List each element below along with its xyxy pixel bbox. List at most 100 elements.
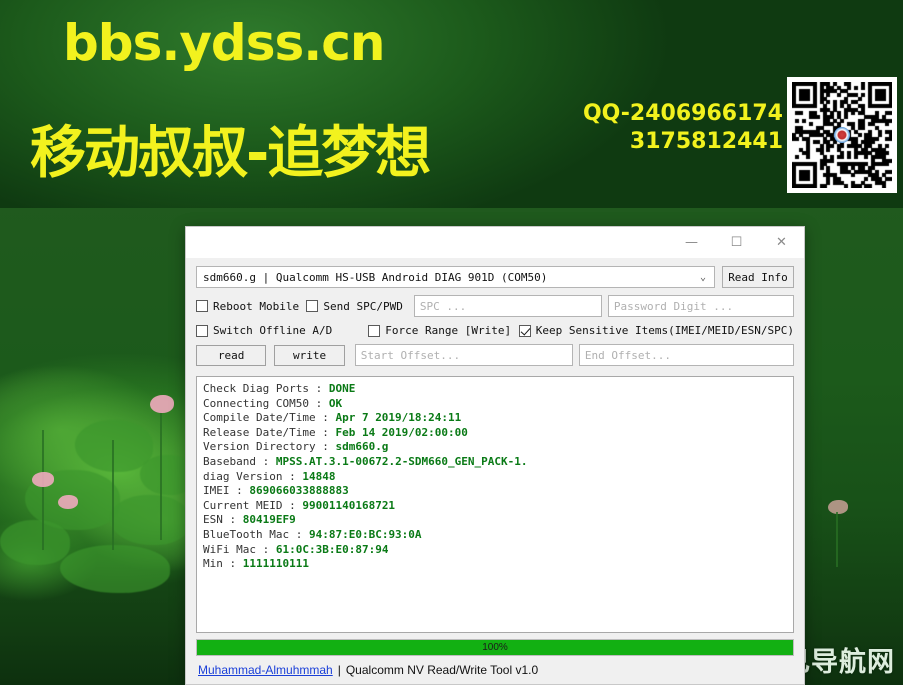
log-line-label: IMEI : (203, 484, 250, 498)
banner-tagline-text: 移动叔叔-追梦想 (30, 121, 431, 186)
log-line-label: BlueTooth Mac : (203, 527, 309, 541)
port-row: sdm660.g | Qualcomm HS-USB Android DIAG … (196, 266, 794, 288)
checkbox-keep-sensitive-items[interactable]: Keep Sensitive Items(IMEI/MEID/ESN/SPC) (518, 324, 794, 337)
log-output[interactable]: Check Diag Ports : DONE Connecting COM50 … (196, 376, 794, 633)
log-line: Check Diag Ports : DONE (203, 382, 787, 397)
progress-bar-label: 100% (482, 642, 508, 653)
password-digit-input[interactable]: Password Digit ... (607, 295, 794, 317)
log-line-value: 14848 (302, 469, 336, 483)
checkbox-switch-offline-ad[interactable]: Switch Offline A/D (196, 324, 368, 337)
log-line: Min : 1111110111 (203, 557, 787, 572)
banner-url-text: bbs.ydss.cn (63, 14, 385, 72)
log-line-label: Baseband : (203, 454, 276, 468)
log-line: Baseband : MPSS.AT.3.1-00672.2-SDM660_GE… (203, 455, 787, 470)
log-line-value: 94:87:E0:BC:93:0A (308, 527, 422, 541)
lotus-flower (58, 495, 78, 509)
checkbox-label: Switch Offline A/D (213, 324, 333, 337)
log-line-label: WiFi Mac : (203, 542, 276, 556)
log-line-label: diag Version : (203, 469, 303, 483)
lotus-leaf (0, 520, 70, 565)
log-line: ESN : 80419EF9 (203, 513, 787, 528)
log-line-value: 1111110111 (242, 557, 309, 571)
checkbox-box (306, 300, 319, 312)
checkbox-reboot-mobile[interactable]: Reboot Mobile (196, 300, 306, 313)
log-line: diag Version : 14848 (203, 470, 787, 485)
password-digit-placeholder: Password Digit ... (613, 299, 734, 313)
checkbox-label: Reboot Mobile (213, 299, 300, 313)
log-line-label: Current MEID : (203, 498, 303, 512)
promo-banner: bbs.ydss.cn 移动叔叔-追梦想 QQ-2406966174 31758… (0, 0, 903, 208)
start-offset-placeholder: Start Offset... (360, 348, 461, 362)
checkbox-force-range-write[interactable]: Force Range [Write] (368, 324, 518, 337)
log-line-value: 99001140168721 (302, 498, 396, 512)
log-line: Connecting COM50 : OK (203, 397, 787, 412)
log-line: BlueTooth Mac : 94:87:E0:BC:93:0A (203, 528, 787, 543)
actions-row: read write Start Offset... End Offset... (196, 344, 794, 366)
status-bar: Muhammad-Almuhmmah | Qualcomm NV Read/Wr… (196, 656, 794, 684)
checkbox-box (368, 324, 381, 337)
log-line-value: Feb 14 2019/02:00:00 (335, 425, 468, 439)
log-line: Compile Date/Time : Apr 7 2019/18:24:11 (203, 411, 787, 426)
lotus-stem (836, 512, 838, 567)
lotus-flower (828, 500, 848, 514)
log-line-label: Version Directory : (203, 440, 336, 454)
log-line-label: Release Date/Time : (203, 425, 336, 439)
checkbox-label: Force Range [Write] (385, 324, 512, 337)
log-line-label: Check Diag Ports : (203, 382, 329, 395)
start-offset-input[interactable]: Start Offset... (354, 344, 573, 366)
application-window: — ☐ ✕ sdm660.g | Qualcomm HS-USB Android… (185, 226, 805, 685)
log-line-label: Connecting COM50 : (203, 396, 329, 410)
log-line: Version Directory : sdm660.g (203, 440, 787, 455)
log-line-value: DONE (328, 382, 356, 395)
log-line-value: sdm660.g (335, 440, 389, 454)
qr-code-center-dot (834, 127, 850, 143)
read-button[interactable]: read (196, 344, 267, 366)
lotus-stem (160, 410, 162, 540)
maximize-icon[interactable]: ☐ (714, 227, 759, 258)
log-line: IMEI : 869066033888883 (203, 484, 787, 499)
lotus-leaf (110, 495, 190, 545)
options-row-1: Reboot Mobile Send SPC/PWD SPC ... Passw… (196, 295, 794, 317)
minimize-icon[interactable]: — (669, 227, 714, 258)
port-select-value: sdm660.g | Qualcomm HS-USB Android DIAG … (203, 270, 548, 284)
log-line-label: Min : (203, 557, 243, 571)
lotus-leaf (60, 545, 170, 593)
read-info-button[interactable]: Read Info (722, 266, 794, 288)
checkbox-box (196, 300, 208, 312)
log-line-label: ESN : (203, 513, 243, 527)
port-select[interactable]: sdm660.g | Qualcomm HS-USB Android DIAG … (196, 266, 715, 288)
log-line-value: OK (328, 396, 343, 410)
end-offset-placeholder: End Offset... (584, 348, 671, 362)
close-icon[interactable]: ✕ (759, 227, 804, 258)
app-name-label: Qualcomm NV Read/Write Tool v1.0 (345, 663, 539, 677)
log-line-value: MPSS.AT.3.1-00672.2-SDM660_GEN_PACK-1. (275, 454, 528, 468)
checkbox-label: Keep Sensitive Items(IMEI/MEID/ESN/SPC) (535, 324, 794, 337)
lotus-stem (112, 440, 114, 550)
options-row-2: Switch Offline A/D Force Range [Write] K… (196, 324, 794, 337)
window-client-area: sdm660.g | Qualcomm HS-USB Android DIAG … (186, 258, 804, 684)
spc-input[interactable]: SPC ... (413, 295, 602, 317)
log-line: Release Date/Time : Feb 14 2019/02:00:00 (203, 426, 787, 441)
footer-separator: | (337, 663, 341, 677)
checkbox-send-spc-pwd[interactable]: Send SPC/PWD (306, 300, 414, 313)
window-title (186, 227, 669, 258)
author-link[interactable]: Muhammad-Almuhmmah (198, 663, 333, 677)
lotus-flower (150, 395, 174, 413)
spc-input-placeholder: SPC ... (419, 299, 467, 313)
chevron-down-icon: ⌄ (699, 271, 706, 283)
log-line-value: 80419EF9 (242, 513, 296, 527)
banner-qq-line-1: QQ-2406966174 (582, 101, 783, 126)
lotus-flower (32, 472, 54, 487)
checkbox-box (196, 324, 208, 337)
window-title-bar[interactable]: — ☐ ✕ (186, 227, 804, 258)
progress-bar: 100% (196, 639, 794, 656)
write-button[interactable]: write (274, 344, 345, 366)
log-line-label: Compile Date/Time : (203, 411, 336, 425)
end-offset-input[interactable]: End Offset... (578, 344, 794, 366)
log-line-value: Apr 7 2019/18:24:11 (335, 411, 462, 425)
checkbox-label: Send SPC/PWD (323, 299, 403, 313)
lotus-leaf (75, 420, 153, 472)
log-line-value: 61:0C:3B:E0:87:94 (275, 542, 389, 556)
log-line-value: 869066033888883 (249, 484, 349, 498)
banner-qq-text: QQ-2406966174 3175812441 (563, 100, 783, 156)
